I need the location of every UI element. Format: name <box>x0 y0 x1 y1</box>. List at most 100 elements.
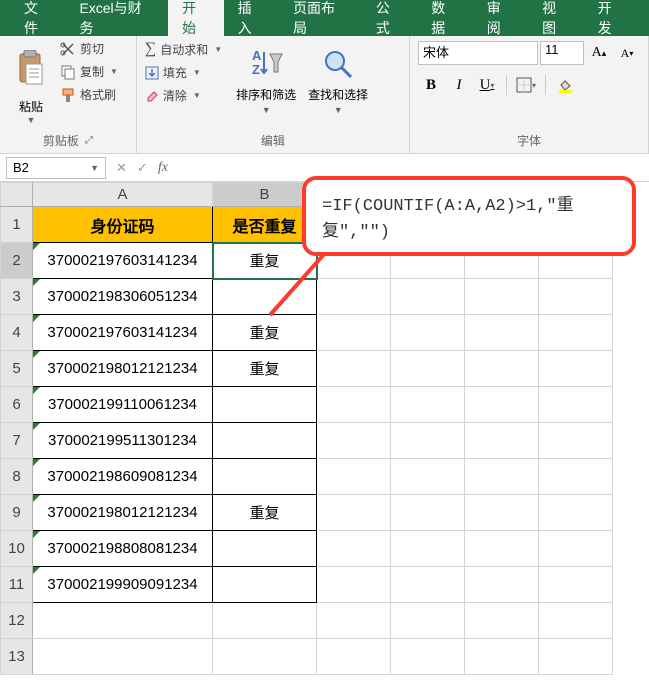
cell[interactable] <box>213 459 317 495</box>
shrink-font-button[interactable]: A▾ <box>614 40 640 66</box>
cell[interactable]: 370002198306051234 <box>33 279 213 315</box>
fill-color-button[interactable] <box>552 72 578 98</box>
cell[interactable] <box>213 567 317 603</box>
row-header[interactable]: 2 <box>1 243 33 279</box>
cell[interactable] <box>465 639 539 675</box>
cell[interactable]: 370002198808081234 <box>33 531 213 567</box>
cell[interactable] <box>213 387 317 423</box>
cell[interactable] <box>391 315 465 351</box>
row-header[interactable]: 5 <box>1 351 33 387</box>
cell[interactable]: 370002199110061234 <box>33 387 213 423</box>
cell[interactable] <box>465 423 539 459</box>
row-header[interactable]: 9 <box>1 495 33 531</box>
row-header[interactable]: 6 <box>1 387 33 423</box>
cell[interactable]: 370002197603141234 <box>33 315 213 351</box>
row-header[interactable]: 13 <box>1 639 33 675</box>
cell[interactable]: 370002197603141234 <box>33 243 213 279</box>
borders-button[interactable]: ▾ <box>513 72 539 98</box>
cell[interactable] <box>539 531 613 567</box>
cell[interactable]: 370002198012121234 <box>33 351 213 387</box>
row-header[interactable]: 12 <box>1 603 33 639</box>
fx-icon[interactable]: fx <box>158 160 168 176</box>
cell[interactable] <box>465 315 539 351</box>
cell[interactable] <box>539 639 613 675</box>
cell[interactable] <box>317 495 391 531</box>
cell[interactable] <box>213 603 317 639</box>
col-header-A[interactable]: A <box>33 183 213 207</box>
cell[interactable] <box>465 459 539 495</box>
col-header-B[interactable]: B <box>213 183 317 207</box>
cell[interactable] <box>317 459 391 495</box>
cell[interactable] <box>317 351 391 387</box>
italic-button[interactable]: I <box>446 72 472 98</box>
cell[interactable] <box>391 387 465 423</box>
cell[interactable] <box>391 639 465 675</box>
name-box[interactable]: B2 ▼ <box>6 157 106 179</box>
select-all-corner[interactable] <box>1 183 33 207</box>
bold-button[interactable]: B <box>418 72 444 98</box>
cell[interactable] <box>213 639 317 675</box>
cell[interactable] <box>391 495 465 531</box>
row-header[interactable]: 10 <box>1 531 33 567</box>
cell[interactable] <box>465 567 539 603</box>
row-header[interactable]: 4 <box>1 315 33 351</box>
cell[interactable] <box>213 531 317 567</box>
fill-button[interactable]: 填充▼ <box>145 64 222 81</box>
cell[interactable] <box>33 639 213 675</box>
cell[interactable] <box>33 603 213 639</box>
autosum-button[interactable]: ∑ 自动求和▼ <box>145 40 222 58</box>
row-header[interactable]: 8 <box>1 459 33 495</box>
cell[interactable] <box>465 603 539 639</box>
row-header[interactable]: 7 <box>1 423 33 459</box>
cell[interactable]: 370002198012121234 <box>33 495 213 531</box>
cut-button[interactable]: 剪切 <box>60 40 118 57</box>
cell[interactable] <box>317 531 391 567</box>
cell[interactable] <box>391 351 465 387</box>
cell[interactable]: 重复 <box>213 351 317 387</box>
cell[interactable]: 370002198609081234 <box>33 459 213 495</box>
sort-filter-button[interactable]: A Z 排序和筛选▼ <box>230 40 302 117</box>
cell[interactable] <box>391 531 465 567</box>
cell[interactable] <box>539 495 613 531</box>
cell[interactable] <box>539 459 613 495</box>
cell[interactable]: 重复 <box>213 495 317 531</box>
cell[interactable] <box>539 603 613 639</box>
cell[interactable] <box>391 279 465 315</box>
cell[interactable] <box>317 567 391 603</box>
cancel-formula-icon[interactable]: ✕ <box>116 160 127 176</box>
underline-button[interactable]: U▾ <box>474 72 500 98</box>
cell[interactable] <box>465 387 539 423</box>
cell[interactable]: 370002199909091234 <box>33 567 213 603</box>
find-select-button[interactable]: 查找和选择▼ <box>302 40 374 117</box>
font-name-select[interactable]: 宋体 <box>418 41 538 65</box>
cell[interactable] <box>465 351 539 387</box>
font-size-select[interactable]: 11 <box>540 41 584 65</box>
cell[interactable] <box>465 531 539 567</box>
cell[interactable] <box>317 387 391 423</box>
row-header[interactable]: 1 <box>1 207 33 243</box>
cell[interactable] <box>539 423 613 459</box>
clipboard-expand-icon[interactable]: ⤢ <box>85 135 93 146</box>
clear-button[interactable]: 清除▼ <box>145 87 222 104</box>
chevron-down-icon[interactable]: ▼ <box>90 163 99 173</box>
cell[interactable] <box>391 603 465 639</box>
cell[interactable] <box>391 567 465 603</box>
cell[interactable] <box>465 495 539 531</box>
grow-font-button[interactable]: A▴ <box>586 40 612 66</box>
paste-button[interactable]: 粘贴 ▼ <box>8 40 54 125</box>
copy-button[interactable]: 复制▼ <box>60 63 118 80</box>
row-header[interactable]: 3 <box>1 279 33 315</box>
cell[interactable] <box>213 423 317 459</box>
cell[interactable] <box>317 423 391 459</box>
row-header[interactable]: 11 <box>1 567 33 603</box>
cell[interactable] <box>539 351 613 387</box>
accept-formula-icon[interactable]: ✓ <box>137 160 148 176</box>
cell[interactable] <box>465 279 539 315</box>
cell[interactable]: 身份证码 <box>33 207 213 243</box>
cell[interactable] <box>539 315 613 351</box>
cell[interactable] <box>391 459 465 495</box>
format-painter-button[interactable]: 格式刷 <box>60 86 118 103</box>
cell[interactable] <box>317 603 391 639</box>
cell[interactable] <box>317 639 391 675</box>
cell[interactable]: 370002199511301234 <box>33 423 213 459</box>
